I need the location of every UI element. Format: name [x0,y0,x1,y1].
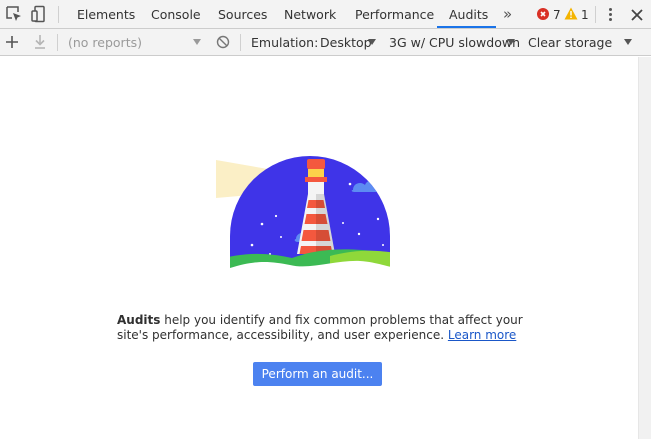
add-icon[interactable] [5,35,19,49]
toolbar-divider [57,34,58,51]
clear-icon[interactable] [216,35,230,49]
reports-select[interactable]: (no reports) [68,29,142,55]
device-select[interactable]: Desktop [320,29,372,55]
scrollbar[interactable] [638,57,651,439]
device-dropdown-caret[interactable] [368,39,376,45]
error-count[interactable]: 7 [553,0,561,29]
learn-more-link[interactable]: Learn more [448,328,516,342]
active-tab-indicator [437,26,496,28]
toolbar-divider [240,34,241,51]
reports-dropdown-caret[interactable] [193,39,201,45]
audits-toolbar: (no reports) Emulation: Desktop 3G w/ CP… [0,29,651,56]
warning-icon[interactable] [564,7,578,20]
throttling-select[interactable]: 3G w/ CPU slowdown [389,29,520,55]
tab-performance[interactable]: Performance [355,0,434,29]
lighthouse-illustration [216,156,392,270]
more-tabs-button[interactable]: » [503,0,512,29]
tab-network[interactable]: Network [284,0,336,29]
clear-storage-select[interactable]: Clear storage [528,29,612,55]
audits-description: Audits help you identify and fix common … [117,313,537,343]
audits-description-bold: Audits [117,313,161,327]
tab-sources[interactable]: Sources [218,0,267,29]
toolbar-divider [595,6,596,23]
download-icon[interactable] [33,34,47,50]
tab-audits[interactable]: Audits [449,0,488,29]
storage-dropdown-caret[interactable] [624,39,632,45]
toolbar-divider [58,6,59,23]
close-icon[interactable] [629,7,645,23]
warning-count[interactable]: 1 [581,0,589,29]
device-toolbar-icon[interactable] [30,5,48,23]
perform-audit-button[interactable]: Perform an audit... [253,362,382,386]
throttling-dropdown-caret[interactable] [507,39,515,45]
devtools-tab-bar: Elements Console Sources Network Perform… [0,0,651,29]
inspect-element-icon[interactable] [5,5,23,23]
error-icon[interactable] [537,8,549,20]
tab-elements[interactable]: Elements [77,0,135,29]
tab-console[interactable]: Console [151,0,201,29]
more-options-icon[interactable] [604,7,616,23]
emulation-label: Emulation: [251,35,319,50]
